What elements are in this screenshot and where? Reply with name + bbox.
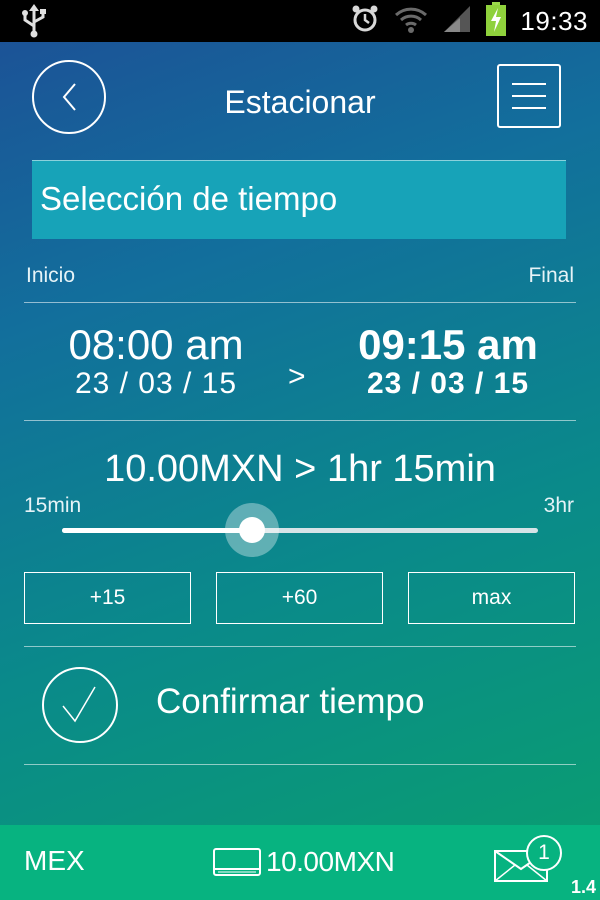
back-button[interactable] (32, 60, 106, 134)
start-time: 08:00 am (68, 321, 244, 368)
end-label: Final (528, 264, 574, 287)
start-time-block[interactable]: 08:00 am 23 / 03 / 15 (26, 322, 286, 400)
summary-arrow: > (294, 448, 317, 490)
start-label: Inicio (26, 264, 76, 287)
chevron-left-icon (62, 83, 76, 111)
divider (24, 302, 576, 303)
end-time-block[interactable]: 09:15 am 23 / 03 / 15 (318, 322, 578, 400)
status-clock: 19:33 (520, 5, 588, 36)
app-version: 1.4 (570, 877, 596, 897)
confirm-time-label: Confirmar tiempo (156, 682, 425, 721)
app-screen: 19:33 Estacionar Selección de tiempo Ini… (0, 0, 600, 900)
add-15-button[interactable]: +15 (24, 572, 191, 624)
divider (24, 420, 576, 421)
section-header: Selección de tiempo (32, 160, 566, 239)
max-button[interactable]: max (408, 572, 575, 624)
end-date: 23 / 03 / 15 (366, 367, 530, 400)
time-separator: > (288, 360, 306, 393)
menu-button[interactable] (497, 64, 561, 128)
wifi-icon (394, 3, 428, 40)
slider-knob (239, 517, 266, 543)
country-code[interactable]: MEX (24, 845, 85, 877)
cost-duration-summary: 10.00MXN > 1hr 15min (0, 448, 600, 491)
signal-icon (442, 4, 472, 39)
duration-slider-track[interactable] (62, 528, 538, 533)
wallet-icon (213, 848, 261, 876)
end-time: 09:15 am (358, 321, 538, 368)
slider-fill (62, 528, 253, 533)
unread-badge: 1 (526, 835, 562, 871)
slider-min-label: 15min (24, 494, 82, 517)
add-60-button[interactable]: +60 (216, 572, 383, 624)
summary-duration: 1hr 15min (326, 448, 496, 490)
duration-slider-thumb[interactable] (225, 503, 280, 557)
status-icons: 19:33 (350, 0, 588, 42)
confirm-time-button[interactable]: Confirmar tiempo (24, 646, 576, 764)
balance-display[interactable]: 10.00MXN (212, 845, 395, 879)
divider (24, 764, 576, 765)
usb-icon (20, 4, 48, 43)
start-date: 23 / 03 / 15 (74, 367, 238, 400)
slider-max-label: 3hr (543, 494, 574, 517)
status-bar: 19:33 (0, 0, 600, 42)
check-icon (42, 667, 118, 743)
alarm-icon (350, 4, 380, 39)
balance-amount: 10.00MXN (266, 846, 395, 877)
summary-amount: 10.00MXN (104, 448, 284, 490)
section-title: Selección de tiempo (40, 180, 338, 217)
page-title: Estacionar (224, 84, 376, 120)
battery-charging-icon (486, 1, 507, 41)
